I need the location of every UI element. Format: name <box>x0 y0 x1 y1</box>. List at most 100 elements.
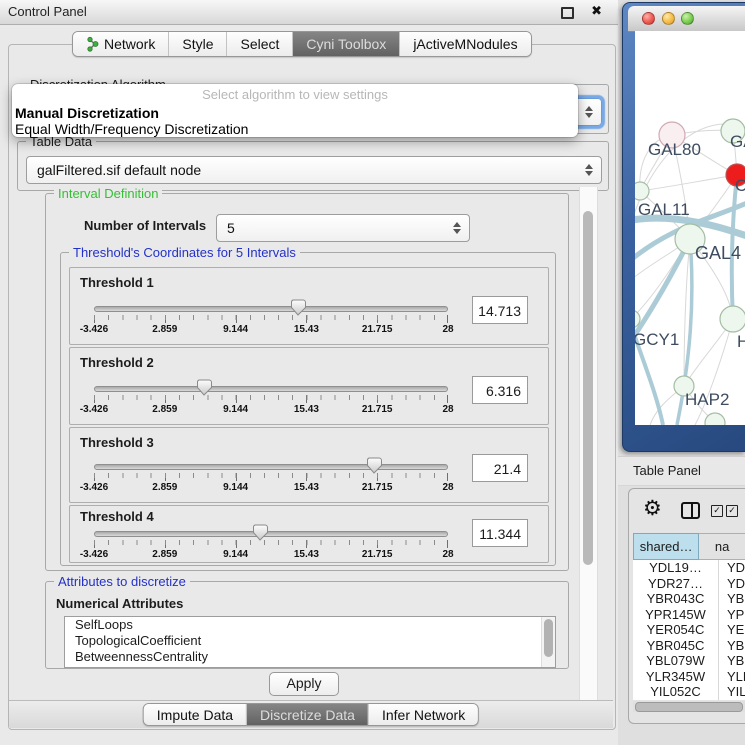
threshold-label: Threshold 1 <box>80 275 154 290</box>
table-row[interactable]: YPR145WYPR1 <box>633 607 745 623</box>
combo-value: galFiltered.sif default node <box>27 162 580 178</box>
control-panel-titlebar: Control Panel ✖ <box>0 0 618 25</box>
slider-track[interactable] <box>94 306 448 312</box>
popup-option-equal-width[interactable]: Equal Width/Frequency Discretization <box>12 121 578 137</box>
tab-label: Infer Network <box>382 707 465 723</box>
node-label-gal11: GAL11 <box>638 200 690 219</box>
tab-discretize-data[interactable]: Discretize Data <box>246 704 368 725</box>
threshold-1-value-field[interactable]: 14.713 <box>472 296 528 324</box>
apply-button[interactable]: Apply <box>269 672 339 696</box>
tab-select[interactable]: Select <box>226 32 292 56</box>
combo-arrows-icon <box>580 164 598 176</box>
number-of-intervals-label: Number of Intervals <box>84 218 206 233</box>
threshold-4-value-field[interactable]: 11.344 <box>472 519 528 547</box>
combo-value: 5 <box>217 220 448 236</box>
cyni-toolbox-panel: Discretization Algorithm Table Data galF… <box>8 44 616 730</box>
table-data-combo[interactable]: galFiltered.sif default node <box>26 156 602 184</box>
table-data-group: Table Data galFiltered.sif default node <box>17 141 609 191</box>
threshold-label: Threshold 4 <box>80 509 154 524</box>
scrollbar-thumb[interactable] <box>583 211 593 565</box>
panel-scrollbar[interactable] <box>579 187 598 701</box>
split-columns-icon[interactable] <box>681 502 700 519</box>
column-header-name[interactable]: na <box>699 533 745 560</box>
tab-network[interactable]: Network <box>73 32 168 56</box>
table-header-row: shared… na <box>633 533 745 560</box>
slider-track[interactable] <box>94 531 448 537</box>
table-row[interactable]: YER054CYER0 <box>633 622 745 638</box>
tab-label: jActiveMNodules <box>413 36 517 52</box>
table-panel-window: ⚙ ✓ ✓ shared… na YDL19…YDL1 YDR27…YDR2 Y… <box>628 488 745 724</box>
threshold-3-slider[interactable]: -3.426 2.859 9.144 15.43 21.715 28 <box>94 458 448 496</box>
node-bottom[interactable] <box>705 413 725 425</box>
tab-style[interactable]: Style <box>168 32 226 56</box>
gear-icon[interactable]: ⚙ <box>643 497 662 521</box>
attributes-group: Attributes to discretize Numerical Attri… <box>45 581 569 669</box>
tab-impute-data[interactable]: Impute Data <box>144 704 246 725</box>
zoom-traffic-light[interactable] <box>681 12 694 25</box>
threshold-4-panel: Threshold 4 -3.426 2.859 9.144 <box>69 505 549 563</box>
network-graph: GAL80 GA C GAL11 GAL4 GCY1 H HAP2 <box>635 31 745 425</box>
tab-label: Cyni Toolbox <box>306 36 386 52</box>
slider-track[interactable] <box>94 386 448 392</box>
thresholds-group: Threshold's Coordinates for 5 Intervals … <box>60 252 556 566</box>
popup-option-manual[interactable]: Manual Discretization <box>12 105 578 121</box>
slider-ticks <box>94 395 448 400</box>
tab-label: Impute Data <box>157 707 233 723</box>
list-scrollbar[interactable] <box>541 617 555 667</box>
numerical-attributes-label: Numerical Attributes <box>56 596 183 611</box>
numerical-attributes-list[interactable]: SelfLoops TopologicalCoefficient Between… <box>64 616 556 668</box>
combo-arrows-icon <box>580 106 598 118</box>
close-traffic-light[interactable] <box>642 12 655 25</box>
float-window-icon[interactable] <box>561 7 574 19</box>
slider-ticks <box>94 473 448 478</box>
tab-cyni-toolbox[interactable]: Cyni Toolbox <box>292 32 399 56</box>
list-item[interactable]: BetweennessCentrality <box>65 649 555 665</box>
popup-hint: Select algorithm to view settings <box>12 84 578 105</box>
slider-track[interactable] <box>94 464 448 470</box>
tab-label: Select <box>240 36 279 52</box>
table-row[interactable]: YLR345WYLR3 <box>633 669 745 685</box>
group-legend: Threshold's Coordinates for 5 Intervals <box>69 245 300 260</box>
list-item[interactable]: SelfLoops <box>65 617 555 633</box>
node-right-mid[interactable] <box>720 306 745 332</box>
node-label-partial-c: C <box>735 176 745 195</box>
table-horizontal-scrollbar[interactable] <box>633 701 745 712</box>
network-window-titlebar <box>628 6 745 32</box>
list-item[interactable]: TopologicalCoefficient <box>65 633 555 649</box>
number-of-intervals-combo[interactable]: 5 <box>216 214 470 242</box>
table-row[interactable]: YDL19…YDL1 <box>633 560 745 576</box>
column-header-shared[interactable]: shared… <box>633 533 699 560</box>
tab-infer-network[interactable]: Infer Network <box>368 704 478 725</box>
table-body: YDL19…YDL1 YDR27…YDR2 YBR043CYBR0 YPR145… <box>633 560 745 700</box>
bottom-tab-bar: Impute Data Discretize Data Infer Networ… <box>9 700 613 728</box>
threshold-4-slider[interactable]: -3.426 2.859 9.144 15.43 21.715 28 <box>94 525 448 563</box>
top-tab-bar: Network Style Select Cyni Toolbox jActiv… <box>72 31 532 57</box>
slider-ticks <box>94 315 448 320</box>
table-row[interactable]: YBR043CYBR0 <box>633 591 745 607</box>
close-icon[interactable]: ✖ <box>591 3 602 19</box>
table-panel-title: Table Panel <box>633 463 701 478</box>
node-gal11[interactable] <box>635 182 649 200</box>
combo-arrows-icon <box>448 222 466 234</box>
table-row[interactable]: YBL079WYBL0 <box>633 653 745 669</box>
threshold-2-value-field[interactable]: 6.316 <box>472 376 528 404</box>
table-row[interactable]: YDR27…YDR2 <box>633 576 745 592</box>
threshold-2-slider[interactable]: -3.426 2.859 9.144 15.43 21.715 28 <box>94 380 448 418</box>
tab-jactivemnodules[interactable]: jActiveMNodules <box>399 32 530 56</box>
tab-label: Style <box>182 36 213 52</box>
minimize-traffic-light[interactable] <box>662 12 675 25</box>
algorithm-dropdown-popup: Select algorithm to view settings Manual… <box>12 84 578 137</box>
table-row[interactable]: YBR045CYBR0 <box>633 638 745 654</box>
threshold-label: Threshold 2 <box>80 355 154 370</box>
checkbox-icon-1[interactable]: ✓ <box>711 505 723 517</box>
control-panel-window: Control Panel ✖ Network Style <box>0 0 618 745</box>
table-row[interactable]: YIL052CYIL0 <box>633 684 745 700</box>
group-legend: Attributes to discretize <box>54 574 190 589</box>
network-canvas[interactable]: GAL80 GA C GAL11 GAL4 GCY1 H HAP2 <box>635 31 745 425</box>
threshold-1-slider[interactable]: -3.426 2.859 9.144 15.43 21.715 28 <box>94 300 448 338</box>
node-label-gal4: GAL4 <box>695 243 741 263</box>
threshold-3-value-field[interactable]: 21.4 <box>472 454 528 482</box>
interval-definition-group: Interval Definition Number of Intervals … <box>45 193 569 571</box>
checkbox-icon-2[interactable]: ✓ <box>726 505 738 517</box>
scrollbar-thumb[interactable] <box>635 702 743 712</box>
